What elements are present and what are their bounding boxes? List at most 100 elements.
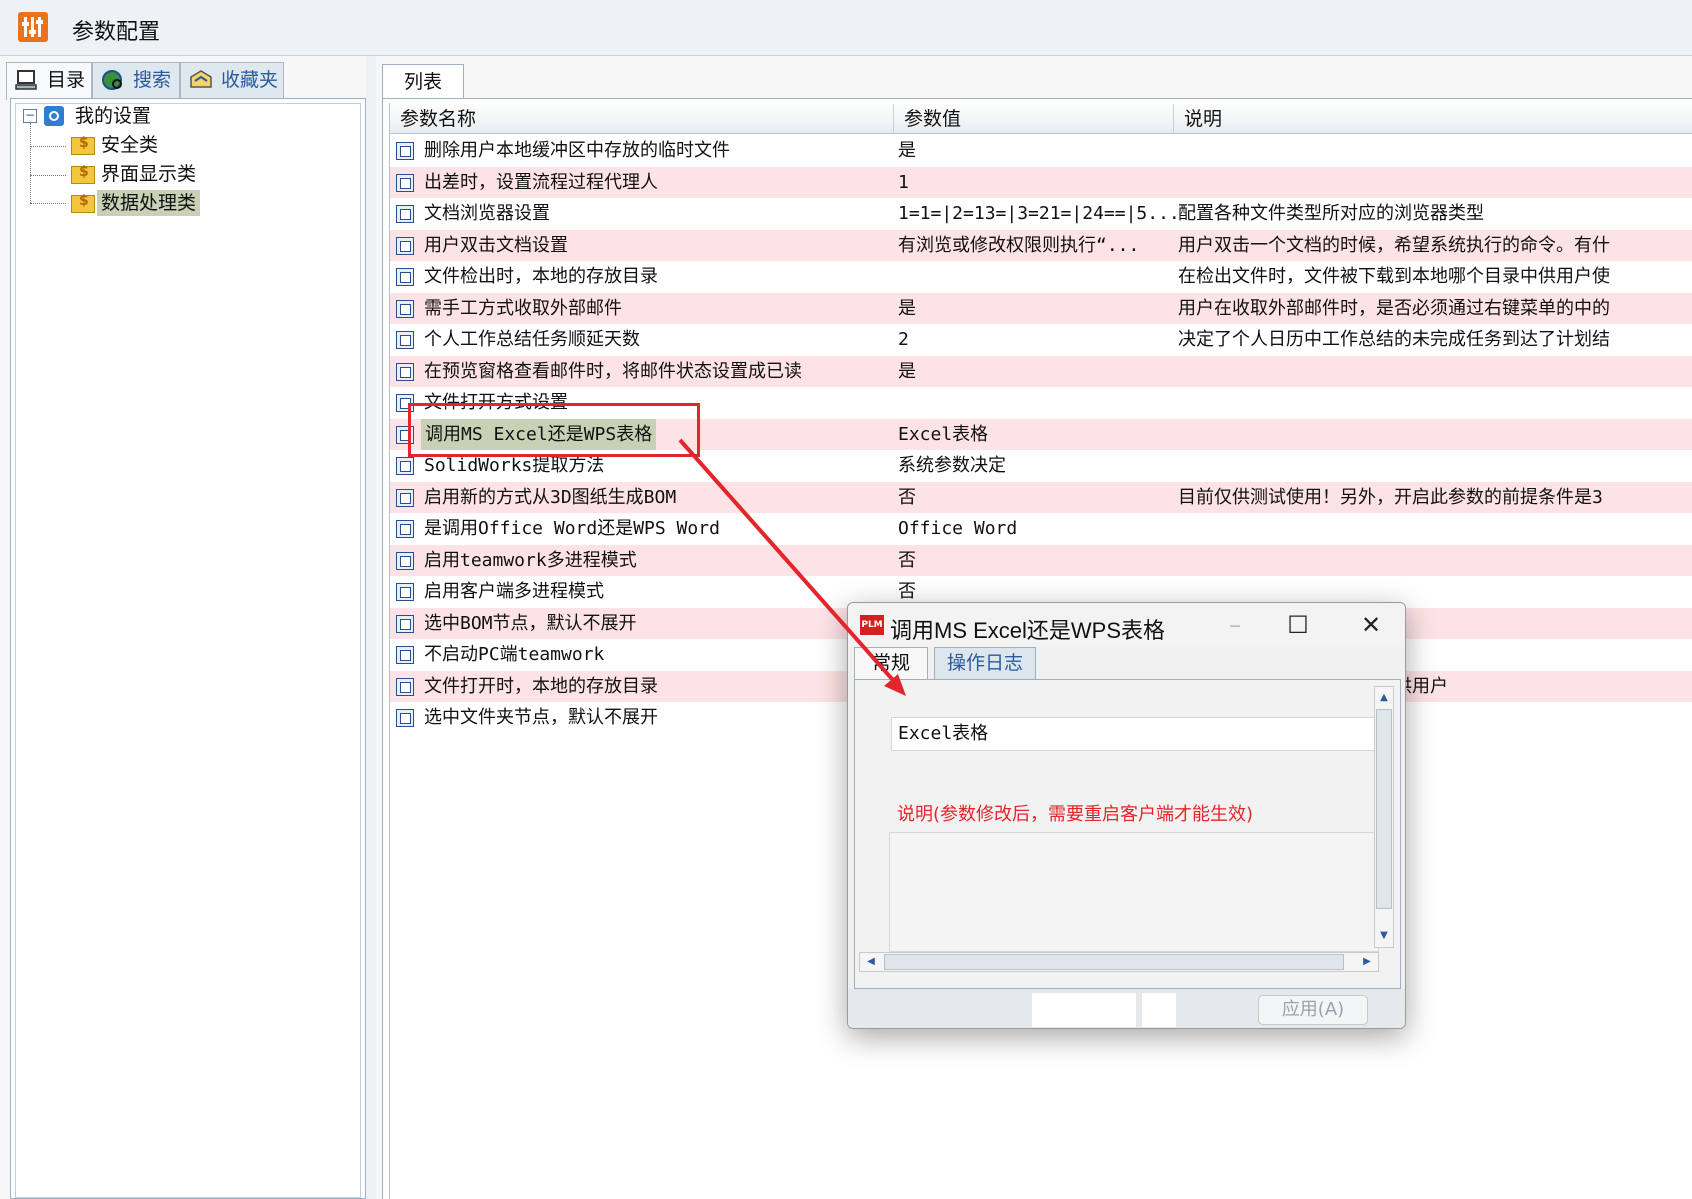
description-textarea[interactable] bbox=[889, 832, 1379, 952]
directory-tree-panel: − 我的设置 安全类 界面显示类 数据处理类 bbox=[10, 98, 366, 1199]
tab-directory-label: 目录 bbox=[47, 69, 86, 91]
cell-parameter-value: Office Word bbox=[898, 518, 1018, 539]
computer-icon bbox=[15, 70, 37, 90]
parameter-icon bbox=[396, 709, 414, 727]
search-globe-icon bbox=[102, 70, 122, 90]
table-row[interactable]: 删除用户本地缓冲区中存放的临时文件 是 bbox=[390, 135, 1692, 167]
tab-directory[interactable]: 目录 bbox=[6, 62, 92, 100]
table-row[interactable]: 出差时，设置流程过程代理人 1 bbox=[390, 166, 1692, 198]
parameter-icon bbox=[396, 677, 414, 696]
cell-description: 用户在收取外部邮件时，是否必须通过右键菜单的中的 bbox=[1178, 297, 1610, 319]
cell-description: 目前仅供测试使用！另外，开启此参数的前提条件是3 bbox=[1178, 486, 1603, 508]
parameter-icon bbox=[396, 299, 414, 318]
table-row[interactable]: 在预览窗格查看邮件时，将邮件状态设置成已读 是 bbox=[390, 355, 1692, 387]
cell-description: 在检出文件时，文件被下载到本地哪个目录中供用户使 bbox=[1178, 266, 1610, 287]
horizontal-scrollbar[interactable]: ◀ ▶ bbox=[859, 952, 1379, 972]
cell-description: 配置各种文件类型所对应的浏览器类型 bbox=[1178, 203, 1484, 224]
parameter-icon bbox=[396, 268, 414, 286]
tree-root-my-settings[interactable]: 我的设置 bbox=[71, 103, 155, 129]
apply-button[interactable]: 应用(A) bbox=[1258, 995, 1368, 1025]
tab-search[interactable]: 搜索 bbox=[92, 62, 180, 98]
cell-parameter-name: 文件打开时，本地的存放目录 bbox=[424, 675, 658, 697]
scroll-thumb[interactable] bbox=[1376, 709, 1392, 909]
collapse-toggle-icon[interactable]: − bbox=[23, 109, 37, 123]
column-header-value[interactable]: 参数值 bbox=[894, 104, 1174, 134]
table-row[interactable]: 是调用Office Word还是WPS Word Office Word bbox=[390, 513, 1692, 545]
cell-parameter-value: 1 bbox=[898, 171, 909, 193]
cell-parameter-name: 是调用Office Word还是WPS Word bbox=[424, 518, 720, 539]
scroll-thumb[interactable] bbox=[884, 954, 1344, 970]
folder-icon bbox=[71, 164, 95, 184]
parameter-edit-dialog: PLM 调用MS Excel还是WPS表格 – ☐ ✕ 常规 操作日志 Exce… bbox=[847, 602, 1406, 1029]
cell-parameter-value: 2 bbox=[898, 329, 909, 350]
cell-parameter-name: 文档浏览器设置 bbox=[424, 203, 550, 224]
cell-parameter-name: 需手工方式收取外部邮件 bbox=[424, 297, 622, 319]
tab-operation-log[interactable]: 操作日志 bbox=[934, 647, 1036, 679]
title-bar: 参数配置 bbox=[0, 0, 1692, 56]
scroll-right-icon[interactable]: ▶ bbox=[1358, 953, 1376, 971]
tab-search-label: 搜索 bbox=[133, 69, 172, 91]
cell-parameter-name: 文件检出时，本地的存放目录 bbox=[424, 266, 658, 287]
table-row[interactable]: 个人工作总结任务顺延天数 2 决定了个人日历中工作总结的未完成任务到达了计划结 bbox=[390, 324, 1692, 356]
dialog-title-bar: PLM 调用MS Excel还是WPS表格 – ☐ ✕ bbox=[848, 603, 1405, 647]
parameter-icon bbox=[396, 457, 414, 475]
plm-app-icon: PLM bbox=[860, 615, 884, 635]
folder-icon bbox=[71, 135, 95, 155]
tree-item-data-processing[interactable]: 数据处理类 bbox=[97, 190, 201, 216]
grid-header: 参数名称 参数值 说明 bbox=[390, 104, 1692, 134]
table-row[interactable]: 文档浏览器设置 1=1=|2=13=|3=21=|24==|5... 配置各种文件类… bbox=[390, 198, 1692, 230]
cell-parameter-name: 选中BOM节点，默认不展开 bbox=[424, 612, 637, 634]
cell-parameter-value: Excel表格 bbox=[898, 423, 989, 445]
parameter-icon bbox=[396, 362, 414, 381]
parameter-icon bbox=[396, 236, 414, 255]
maximize-button[interactable]: ☐ bbox=[1271, 609, 1325, 641]
window-title: 参数配置 bbox=[72, 20, 161, 45]
cell-parameter-name: 启用客户端多进程模式 bbox=[424, 581, 604, 602]
table-row[interactable]: 用户双击文档设置 有浏览或修改权限则执行“... 用户双击一个文档的时候，希望系统执… bbox=[390, 229, 1692, 261]
tree-item-ui-display[interactable]: 界面显示类 bbox=[97, 161, 200, 187]
cell-parameter-name: 不启动PC端teamwork bbox=[424, 644, 605, 665]
cell-parameter-value: 有浏览或修改权限则执行“... bbox=[898, 234, 1140, 256]
cell-parameter-value: 是 bbox=[898, 140, 916, 161]
minimize-button[interactable]: – bbox=[1208, 609, 1262, 641]
cell-parameter-name: 删除用户本地缓冲区中存放的临时文件 bbox=[424, 140, 730, 161]
scroll-left-icon[interactable]: ◀ bbox=[862, 953, 880, 971]
parameter-icon bbox=[396, 551, 414, 570]
value-select[interactable]: Excel表格 bbox=[891, 717, 1381, 751]
scroll-down-icon[interactable]: ▼ bbox=[1375, 927, 1393, 945]
tab-general[interactable]: 常规 bbox=[854, 647, 928, 679]
cell-description: 用户双击一个文档的时候，希望系统执行的命令。有什 bbox=[1178, 234, 1610, 256]
tree-item-security[interactable]: 安全类 bbox=[97, 132, 162, 158]
cell-parameter-name: 用户双击文档设置 bbox=[424, 234, 568, 256]
folder-icon bbox=[71, 193, 95, 213]
parameter-icon bbox=[396, 173, 414, 192]
tab-favorites[interactable]: 收藏夹 bbox=[180, 62, 284, 98]
table-row[interactable]: 文件检出时，本地的存放目录 在检出文件时，文件被下载到本地哪个目录中供用户使 bbox=[390, 261, 1692, 293]
parameter-icon bbox=[396, 614, 414, 633]
favorites-icon bbox=[190, 70, 212, 88]
column-header-description[interactable]: 说明 bbox=[1174, 104, 1692, 134]
parameter-icon bbox=[396, 646, 414, 664]
cell-parameter-value: 否 bbox=[898, 486, 916, 508]
cell-parameter-name: 在预览窗格查看邮件时，将邮件状态设置成已读 bbox=[424, 360, 802, 382]
cell-parameter-name: 选中文件夹节点，默认不展开 bbox=[424, 707, 658, 728]
dialog-body: Excel表格 说明(参数修改后，需要重启客户端才能生效) ▲ ▼ ◀ ▶ bbox=[854, 679, 1401, 989]
tab-list[interactable]: 列表 bbox=[382, 64, 464, 100]
table-row[interactable]: 启用teamwork多进程模式 否 bbox=[390, 544, 1692, 576]
cell-description: 决定了个人日历中工作总结的未完成任务到达了计划结 bbox=[1178, 329, 1610, 350]
restart-note: 说明(参数修改后，需要重启客户端才能生效) bbox=[897, 804, 1254, 825]
column-header-name[interactable]: 参数名称 bbox=[390, 104, 894, 134]
vertical-scrollbar[interactable]: ▲ ▼ bbox=[1374, 686, 1394, 948]
scroll-up-icon[interactable]: ▲ bbox=[1375, 689, 1393, 707]
cell-parameter-value: 1=1=|2=13=|3=21=|24==|5... bbox=[898, 203, 1178, 224]
cell-parameter-value: 是 bbox=[898, 360, 916, 382]
cell-parameter-name: 启用新的方式从3D图纸生成BOM bbox=[424, 486, 677, 508]
pane-splitter[interactable] bbox=[366, 56, 376, 1199]
cell-parameter-name: 个人工作总结任务顺延天数 bbox=[424, 329, 640, 350]
close-button[interactable]: ✕ bbox=[1344, 609, 1398, 641]
table-row[interactable]: 需手工方式收取外部邮件 是 用户在收取外部邮件时，是否必须通过右键菜单的中的 bbox=[390, 292, 1692, 324]
cell-parameter-name: 出差时，设置流程过程代理人 bbox=[424, 171, 658, 193]
table-row[interactable]: 启用新的方式从3D图纸生成BOM 否 目前仅供测试使用！另外，开启此参数的前提条件是… bbox=[390, 481, 1692, 513]
dialog-footer: 应用(A) bbox=[848, 989, 1405, 1028]
cell-parameter-name: 启用teamwork多进程模式 bbox=[424, 549, 637, 571]
